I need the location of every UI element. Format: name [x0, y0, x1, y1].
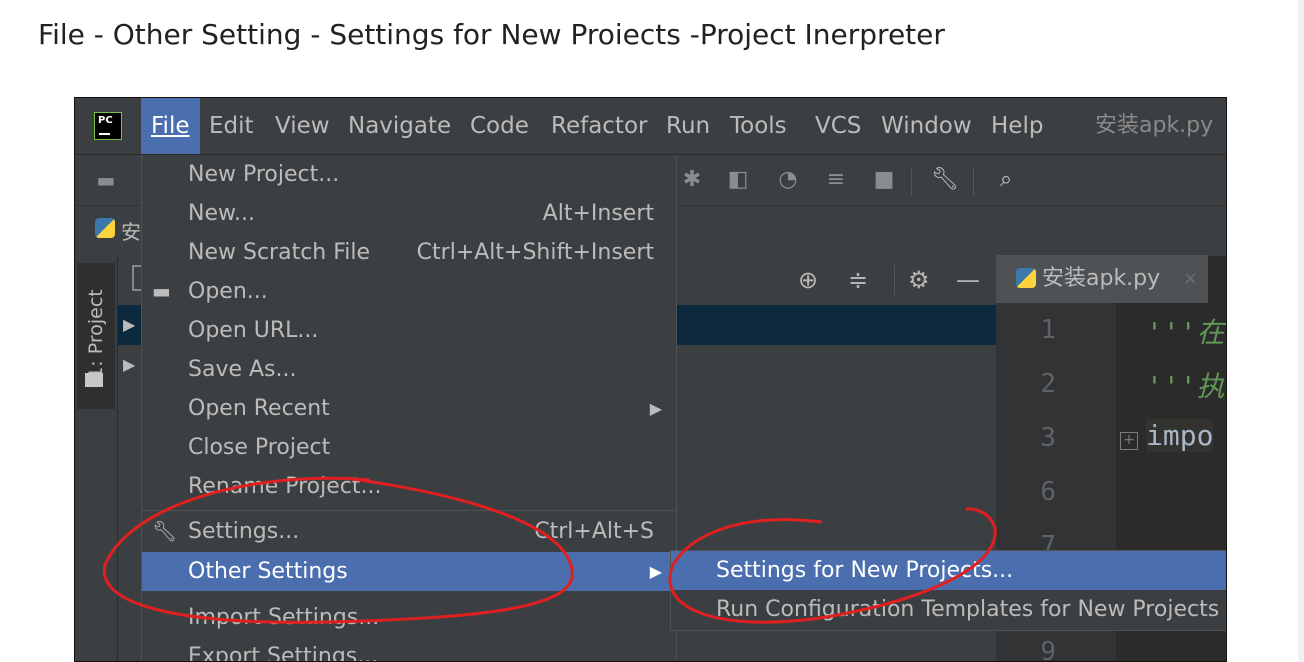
menu-item-import-settings[interactable]: Import Settings... — [142, 598, 676, 637]
line-number: 2 — [1040, 369, 1056, 399]
menu-item-other-settings[interactable]: Other Settings ▶ — [142, 552, 676, 591]
submenu-arrow-icon: ▶ — [649, 562, 662, 581]
folder-icon: ▬ — [152, 279, 171, 303]
profile-icon[interactable]: ◔ — [775, 167, 801, 193]
menu-item-open[interactable]: ▬ Open... — [142, 272, 676, 311]
menu-item-export-settings[interactable]: Export Settings... — [142, 637, 676, 661]
tool-window-strip: 1: Project — [75, 255, 118, 661]
window-title: 安装apk.py — [1095, 113, 1214, 138]
code-line: '''执 — [1146, 370, 1225, 403]
expand-arrow-icon[interactable]: ▶ — [123, 355, 135, 374]
toolbar-separator — [911, 167, 912, 195]
page-edge-rule — [1298, 0, 1304, 662]
crosshair-icon[interactable]: ⊕ — [798, 265, 818, 295]
menu-item-new-project[interactable]: New Project... — [142, 155, 676, 194]
fold-icon[interactable]: + — [1120, 432, 1138, 450]
code-line: '''在 — [1146, 316, 1225, 349]
collapse-icon[interactable]: ≑ — [848, 265, 868, 295]
menu-help[interactable]: Help — [981, 98, 1053, 154]
pycharm-logo-icon: PC — [94, 112, 122, 140]
menu-refactor[interactable]: Refactor — [541, 98, 657, 154]
submenu-arrow-icon: ▶ — [649, 399, 662, 418]
expand-arrow-icon[interactable]: ▶ — [123, 315, 135, 334]
menu-navigate[interactable]: Navigate — [338, 98, 461, 154]
toolbar-separator — [973, 167, 974, 195]
python-file-icon — [1016, 268, 1036, 288]
open-folder-icon[interactable]: ▬ — [93, 167, 119, 193]
editor-tab[interactable]: 安装apk.py × — [996, 255, 1208, 306]
wrench-icon[interactable]: 🔧︎ — [931, 167, 959, 193]
debug-icon[interactable]: ✱ — [679, 167, 705, 193]
menu-separator — [142, 510, 676, 511]
menu-file[interactable]: File — [141, 98, 200, 154]
article-heading: File - Other Setting - Settings for New … — [38, 18, 945, 51]
gear-icon[interactable]: ⚙ — [908, 265, 930, 295]
code-line: impo — [1146, 419, 1214, 452]
menu-vcs[interactable]: VCS — [805, 98, 871, 154]
menu-run[interactable]: Run — [656, 98, 720, 154]
menu-item-new[interactable]: New... Alt+Insert — [142, 194, 676, 233]
concurrency-icon[interactable]: ≡ — [823, 167, 849, 193]
minimize-icon[interactable]: — — [956, 265, 980, 295]
menu-code[interactable]: Code — [460, 98, 539, 154]
line-number: 3 — [1040, 423, 1056, 453]
line-number: 1 — [1040, 315, 1056, 345]
line-number: 9 — [1040, 637, 1056, 662]
menu-window[interactable]: Window — [871, 98, 982, 154]
submenu-settings-for-new-projects[interactable]: Settings for New Projects... — [671, 551, 1226, 590]
line-number: 6 — [1040, 477, 1056, 507]
stop-icon[interactable]: ■ — [871, 167, 897, 193]
menu-item-settings[interactable]: 🔧︎ Settings... Ctrl+Alt+S — [142, 512, 676, 551]
menu-item-new-scratch-file[interactable]: New Scratch File Ctrl+Alt+Shift+Insert — [142, 233, 676, 272]
menu-item-open-recent[interactable]: Open Recent ▶ — [142, 389, 676, 428]
menu-item-rename-project[interactable]: Rename Project... — [142, 467, 676, 506]
menu-bar: PC File Edit View Navigate Code Refactor… — [75, 98, 1226, 155]
ide-screenshot: PC File Edit View Navigate Code Refactor… — [74, 97, 1227, 662]
close-icon[interactable]: × — [1183, 255, 1198, 303]
menu-item-close-project[interactable]: Close Project — [142, 428, 676, 467]
menu-tools[interactable]: Tools — [720, 98, 797, 154]
file-menu-dropdown: New Project... New... Alt+Insert New Scra… — [141, 155, 677, 661]
menu-view[interactable]: View — [265, 98, 340, 154]
menu-item-save-as[interactable]: Save As... — [142, 350, 676, 389]
breadcrumb[interactable]: 安 — [121, 216, 141, 245]
menu-item-open-url[interactable]: Open URL... — [142, 311, 676, 350]
wrench-icon: 🔧︎ — [152, 519, 178, 543]
folder-icon — [85, 373, 103, 387]
editor-tab-label: 安装apk.py — [1042, 266, 1161, 291]
search-icon[interactable]: ⌕ — [993, 167, 1019, 193]
project-tool-tab[interactable]: 1: Project — [77, 263, 115, 409]
menu-edit[interactable]: Edit — [199, 98, 264, 154]
submenu-run-configuration-templates[interactable]: Run Configuration Templates for New Proj… — [671, 590, 1226, 629]
coverage-icon[interactable]: ◧ — [725, 167, 751, 193]
project-file-icon — [95, 218, 117, 240]
panel-separator — [894, 265, 895, 295]
other-settings-submenu: Settings for New Projects... Run Configu… — [670, 550, 1226, 631]
